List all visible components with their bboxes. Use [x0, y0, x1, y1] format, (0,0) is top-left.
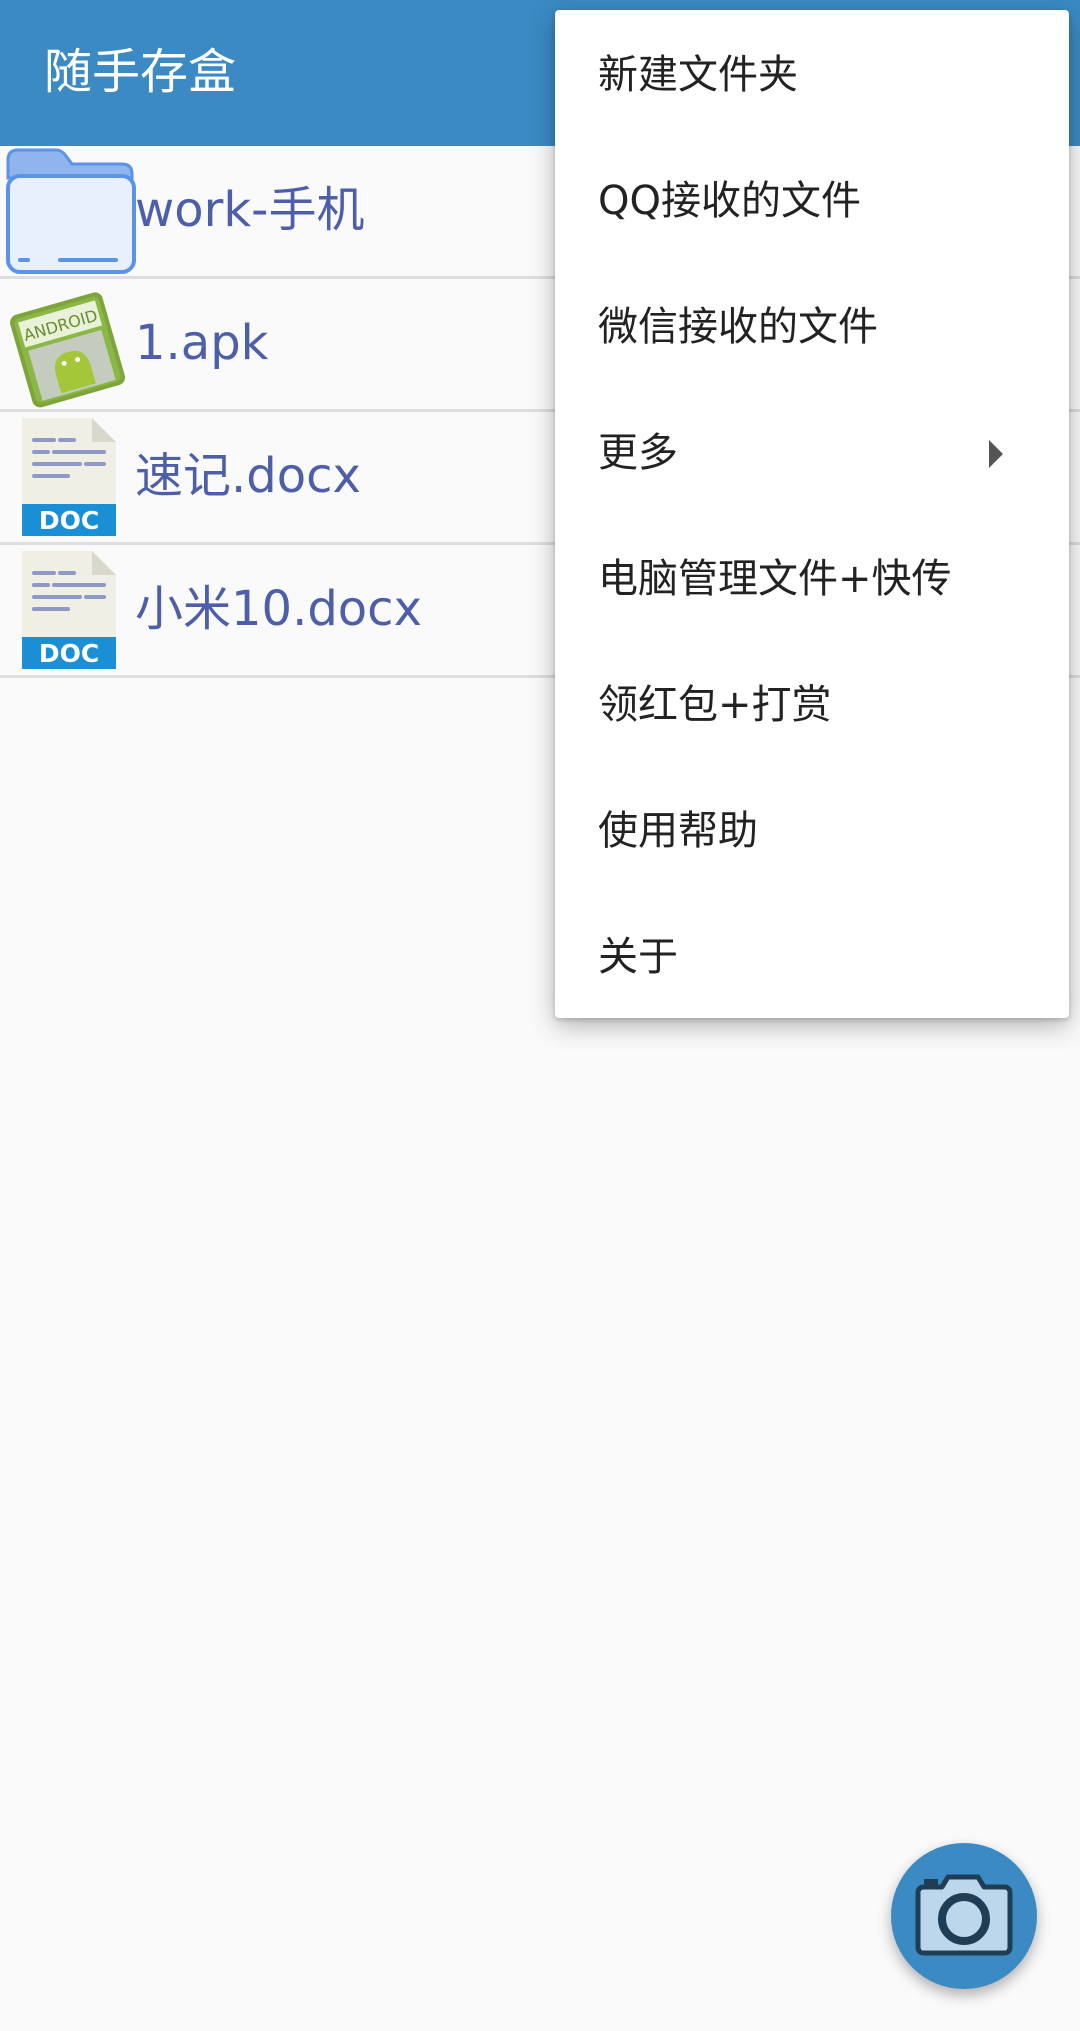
menu-item-red-packet[interactable]: 领红包+打赏	[555, 644, 1069, 770]
screen: 随手存盒 work-手机 ANDROID 1.apk DOC 速记.docx D…	[0, 0, 1080, 2031]
svg-text:DOC: DOC	[39, 506, 99, 535]
file-name: 小米10.docx	[135, 581, 422, 637]
menu-item-label: 领红包+打赏	[598, 682, 832, 728]
menu-item-more[interactable]: 更多	[555, 392, 1069, 518]
menu-item-help[interactable]: 使用帮助	[555, 770, 1069, 896]
overflow-menu: 新建文件夹 QQ接收的文件 微信接收的文件 更多 电脑管理文件+快传 领红包+打…	[555, 10, 1069, 1018]
app-title: 随手存盒	[44, 44, 237, 100]
file-name: work-手机	[135, 182, 365, 238]
menu-item-qq-files[interactable]: QQ接收的文件	[555, 140, 1069, 266]
menu-item-label: 使用帮助	[598, 808, 758, 854]
folder-icon	[4, 146, 136, 276]
doc-icon: DOC	[4, 412, 136, 542]
menu-item-about[interactable]: 关于	[555, 896, 1069, 1022]
apk-icon: ANDROID	[4, 279, 136, 409]
menu-item-label: QQ接收的文件	[598, 178, 861, 224]
menu-item-wechat-files[interactable]: 微信接收的文件	[555, 266, 1069, 392]
file-name: 速记.docx	[135, 448, 361, 504]
menu-item-new-folder[interactable]: 新建文件夹	[555, 14, 1069, 140]
menu-item-label: 电脑管理文件+快传	[598, 556, 952, 602]
menu-item-label: 新建文件夹	[598, 52, 798, 98]
svg-text:DOC: DOC	[39, 639, 99, 668]
menu-item-pc-transfer[interactable]: 电脑管理文件+快传	[555, 518, 1069, 644]
doc-icon: DOC	[4, 545, 136, 675]
file-name: 1.apk	[135, 315, 269, 371]
submenu-arrow-icon	[989, 440, 1003, 468]
camera-icon	[915, 1874, 1013, 1956]
menu-item-label: 更多	[598, 430, 678, 476]
camera-fab-button[interactable]	[891, 1843, 1037, 1989]
menu-item-label: 微信接收的文件	[598, 304, 878, 350]
menu-item-label: 关于	[598, 934, 678, 980]
